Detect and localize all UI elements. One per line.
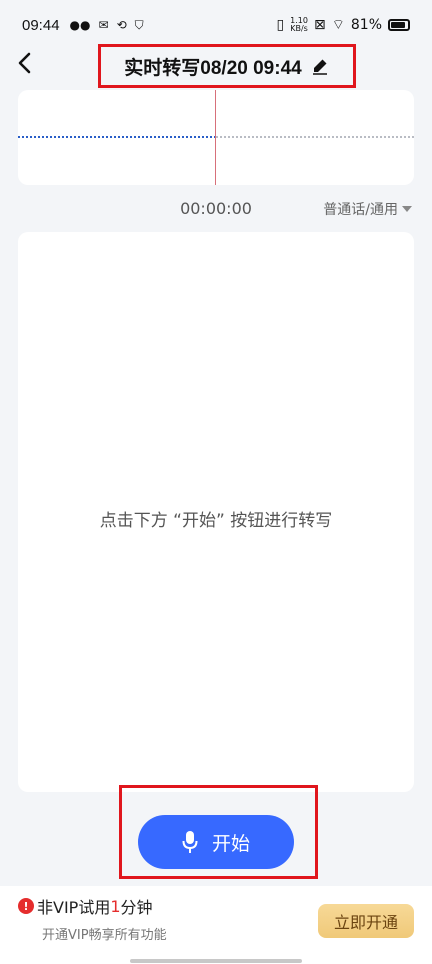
start-label: 开始 (211, 832, 250, 855)
vip-title: ! 非VIP试用 1 分钟 (18, 894, 153, 918)
vip-trial-minutes: 1 (110, 896, 121, 916)
dropdown-triangle-icon (402, 206, 412, 212)
waveform-panel (18, 90, 414, 185)
sync-icon: ⟲ (116, 18, 127, 32)
vip-title-prefix: 非VIP试用 (37, 898, 111, 917)
mail-icon: ✉ (98, 18, 109, 32)
subscribe-button[interactable]: 立即开通 (318, 904, 414, 938)
start-button[interactable]: 开始 (138, 815, 294, 869)
status-right: ▯ 1.10 KB/s ⊠ ⌔ 81% (276, 16, 410, 34)
page-title[interactable]: 实时转写08/20 09:44 (124, 53, 301, 80)
language-selector[interactable]: 普通话/通用 (323, 199, 412, 219)
battery-icon (388, 19, 410, 31)
waveform-recorded (18, 136, 216, 138)
status-time: 09:44 (22, 16, 60, 34)
warning-icon: ! (18, 898, 34, 914)
notification-app-icon: ●● (69, 18, 91, 32)
language-label: 普通话/通用 (323, 202, 398, 218)
status-bar: 09:44 ●● ✉ ⟲ ⛉ ▯ 1.10 KB/s ⊠ ⌔ 81% (0, 0, 432, 50)
shield-icon: ⛉ (134, 17, 144, 32)
playhead (215, 90, 216, 185)
microphone-icon (182, 831, 198, 853)
vip-banner: ! 非VIP试用 1 分钟 开通VIP畅享所有功能 立即开通 (0, 886, 432, 964)
back-button[interactable] (10, 48, 40, 78)
edit-pen-icon (312, 59, 327, 75)
sim-icon: ⊠ (313, 17, 326, 33)
net-speed-unit: KB/s (290, 24, 308, 33)
edit-title-button[interactable] (310, 56, 330, 76)
vip-subtitle: 开通VIP畅享所有功能 (42, 928, 167, 943)
wifi-icon: ⌔ (331, 17, 345, 33)
header: 实时转写08/20 09:44 (0, 44, 432, 88)
vibrate-icon: ▯ (276, 17, 285, 33)
home-indicator[interactable] (130, 959, 302, 963)
transcript-panel: 点击下方 “开始” 按钮进行转写 (18, 232, 414, 792)
title-highlight: 实时转写08/20 09:44 (98, 44, 356, 88)
transcript-hint: 点击下方 “开始” 按钮进行转写 (99, 511, 333, 531)
net-speed: 1.10 KB/s (290, 17, 308, 33)
waveform-pending (216, 136, 414, 138)
vip-title-suffix: 分钟 (120, 898, 153, 917)
back-chevron-icon (18, 52, 31, 74)
battery-percent: 81% (350, 17, 382, 33)
